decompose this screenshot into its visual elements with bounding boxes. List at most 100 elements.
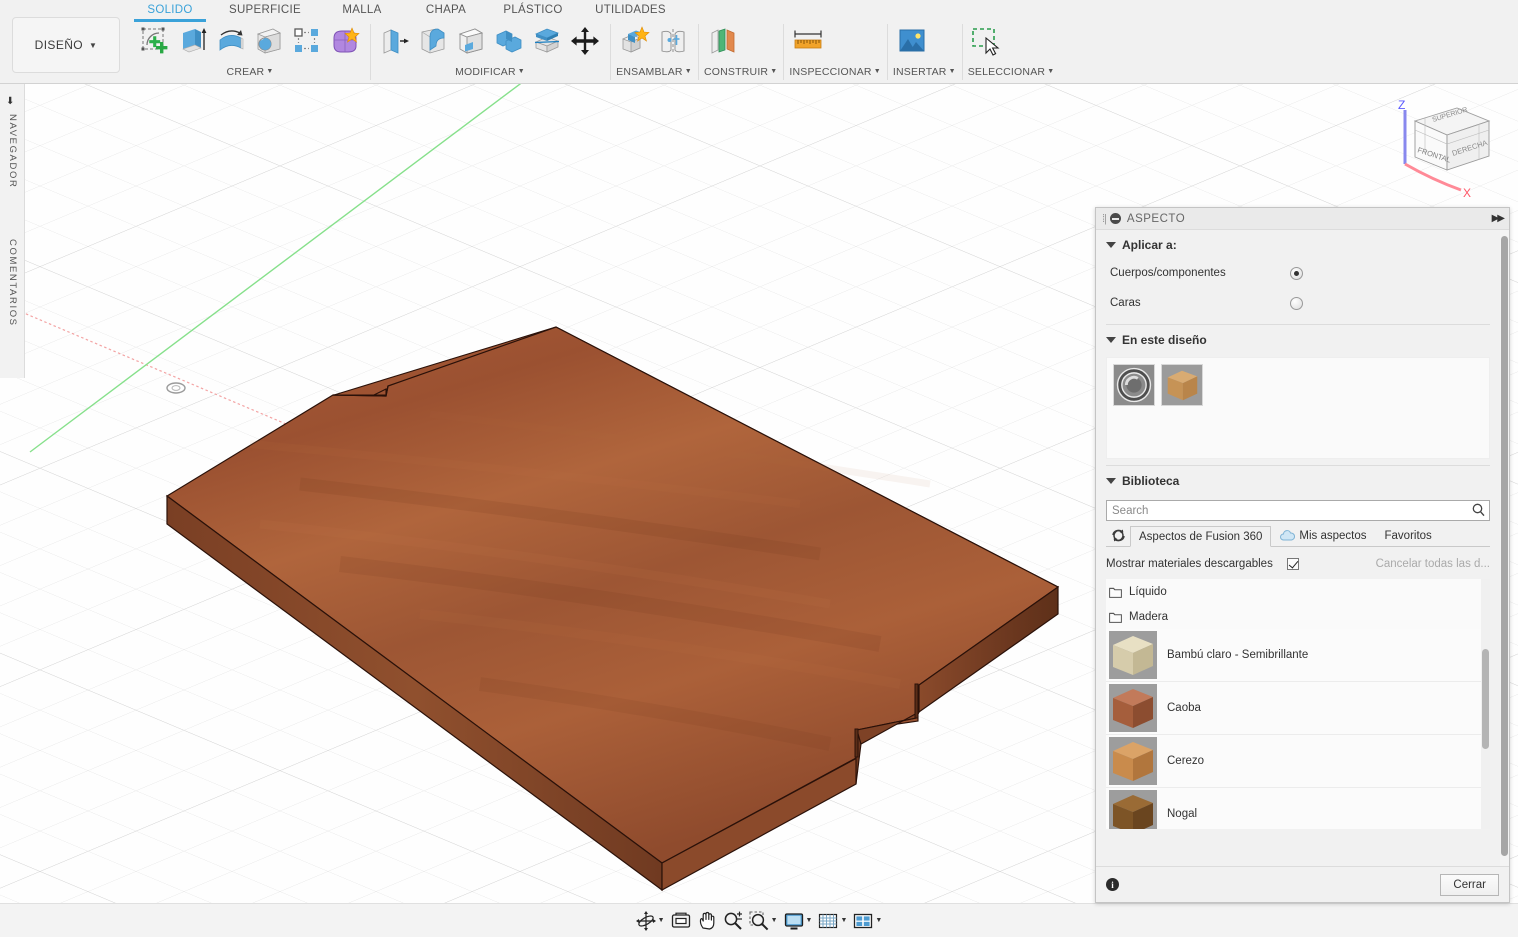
radio-row-bodies[interactable]: Cuerpos/componentes xyxy=(1096,258,1500,288)
ribbon-group-label-crear[interactable]: CREAR ▼ xyxy=(136,64,364,82)
library-list-scrollbar[interactable] xyxy=(1481,579,1490,829)
radio-row-faces[interactable]: Caras xyxy=(1096,288,1500,318)
chevron-down-icon[interactable]: ▼ xyxy=(518,68,525,75)
library-material-row[interactable]: Bambú claro - Semibrillante xyxy=(1106,629,1490,682)
close-button[interactable]: Cerrar xyxy=(1440,873,1499,896)
library-material-label: Bambú claro - Semibrillante xyxy=(1167,649,1309,661)
ribbon-group-label-construir[interactable]: CONSTRUIR ▼ xyxy=(704,64,777,82)
window-selection-icon[interactable] xyxy=(968,20,1006,62)
chevron-down-icon[interactable]: ▼ xyxy=(949,68,956,75)
new-component-icon[interactable] xyxy=(616,20,654,62)
construct-plane-icon[interactable] xyxy=(704,20,742,62)
section-library[interactable]: Biblioteca xyxy=(1096,466,1500,494)
view-navigation-bar[interactable]: ▼ ▼ ▼ ▼ ▼ xyxy=(0,903,1518,937)
search-input[interactable] xyxy=(1106,500,1490,521)
chevron-down-icon[interactable]: ▼ xyxy=(266,68,273,75)
library-tab-fusion[interactable]: Aspectos de Fusion 360 xyxy=(1130,526,1272,547)
section-in-this-design[interactable]: En este diseño xyxy=(1096,325,1500,353)
radio-bodies[interactable] xyxy=(1290,266,1303,280)
refresh-icon[interactable] xyxy=(1106,525,1130,546)
ribbon-tabstrip: SOLIDO SUPERFICIE MALLA CHAPA PLÁSTICO UTILID… xyxy=(130,0,683,22)
combine-icon[interactable] xyxy=(490,20,528,62)
display-settings-icon[interactable]: ▼ xyxy=(781,908,816,934)
ribbon-tab-malla[interactable]: MALLA xyxy=(320,0,404,20)
library-search-wrap[interactable] xyxy=(1106,500,1490,521)
downloadable-materials-row[interactable]: Mostrar materiales descargables Cancelar… xyxy=(1106,553,1490,575)
comments-label[interactable]: COMENTARIOS xyxy=(7,239,18,327)
ribbon-group-label-insertar[interactable]: INSERTAR ▼ xyxy=(893,64,956,82)
chevron-down-icon[interactable]: ▼ xyxy=(770,68,777,75)
chevron-down-icon[interactable]: ▼ xyxy=(875,917,882,924)
ribbon-group-label-ensamblar[interactable]: ENSAMBLAR ▼ xyxy=(616,64,692,82)
measure-icon[interactable] xyxy=(789,20,827,62)
shell-icon[interactable] xyxy=(452,20,490,62)
chevron-down-icon[interactable]: ▼ xyxy=(874,68,881,75)
pin-icon[interactable]: ⬇ xyxy=(6,96,14,107)
orbit-icon[interactable]: ▼ xyxy=(633,908,668,934)
pan-hand-icon[interactable] xyxy=(694,908,720,934)
in-this-design-swatch-area[interactable] xyxy=(1106,357,1490,459)
library-material-row[interactable]: Nogal xyxy=(1106,788,1490,829)
zoom-window-icon[interactable]: ▼ xyxy=(746,908,781,934)
viewports-icon[interactable]: ▼ xyxy=(850,908,885,934)
expand-arrows-icon[interactable]: ▶▶ xyxy=(1492,213,1505,224)
library-tabs[interactable]: Aspectos de Fusion 360 Mis aspectos Favo… xyxy=(1106,526,1490,547)
zoom-icon[interactable] xyxy=(720,908,746,934)
dialog-scroll-thumb[interactable] xyxy=(1501,236,1508,856)
ribbon-tab-utilidades[interactable]: UTILIDADES xyxy=(578,0,683,20)
chevron-down-icon[interactable]: ▼ xyxy=(840,917,847,924)
library-material-list[interactable]: Líquido Madera Bambú claro - Semibrillan… xyxy=(1106,579,1490,829)
drag-grip-icon[interactable]: ⁞| xyxy=(1102,213,1107,225)
section-apply-to[interactable]: Aplicar a: xyxy=(1096,230,1500,258)
left-rail: ⬇ NAVEGADOR COMENTARIOS xyxy=(0,84,25,378)
ribbon-group-label-inspeccionar[interactable]: INSPECCIONAR ▼ xyxy=(789,64,880,82)
look-at-icon[interactable] xyxy=(668,908,694,934)
steel-appearance-swatch[interactable] xyxy=(1113,364,1155,406)
wood-appearance-swatch[interactable] xyxy=(1161,364,1203,406)
ribbon-group-label-modificar[interactable]: MODIFICAR ▼ xyxy=(376,64,604,82)
library-list-scroll-thumb[interactable] xyxy=(1482,649,1489,749)
create-sketch-icon[interactable] xyxy=(136,20,174,62)
ribbon-group-label-seleccionar[interactable]: SELECCIONAR ▼ xyxy=(968,64,1055,82)
library-folder-líquido[interactable]: Líquido xyxy=(1106,579,1490,604)
workspace-switcher-button[interactable]: DISEÑO ▼ xyxy=(12,17,120,73)
chevron-down-icon[interactable]: ▼ xyxy=(685,68,692,75)
dialog-scrollbar[interactable] xyxy=(1500,230,1509,866)
radio-faces[interactable] xyxy=(1290,296,1303,310)
info-icon[interactable]: i xyxy=(1106,878,1119,891)
downloadable-materials-checkbox[interactable] xyxy=(1286,558,1299,570)
library-material-row[interactable]: Cerezo xyxy=(1106,735,1490,788)
form-icon[interactable] xyxy=(326,20,364,62)
dialog-titlebar[interactable]: ⁞| ASPECTO ▶▶ xyxy=(1096,208,1509,230)
view-cube[interactable]: Z X SUPERIOR FRONTAL DERECHA xyxy=(1383,94,1503,204)
cancel-downloads-label[interactable]: Cancelar todas las d... xyxy=(1376,558,1490,570)
library-material-label: Caoba xyxy=(1167,702,1201,714)
fillet-icon[interactable] xyxy=(414,20,452,62)
joint-icon[interactable] xyxy=(654,20,692,62)
offset-face-icon[interactable] xyxy=(528,20,566,62)
library-folder-madera[interactable]: Madera xyxy=(1106,604,1490,629)
library-tab-my-appearances[interactable]: Mis aspectos xyxy=(1271,525,1375,546)
chevron-down-icon[interactable]: ▼ xyxy=(771,917,778,924)
pattern-icon[interactable] xyxy=(288,20,326,62)
appearance-dialog[interactable]: ⁞| ASPECTO ▶▶ Aplicar a: Cuerpos/compone… xyxy=(1095,207,1510,903)
grid-snap-icon[interactable]: ▼ xyxy=(815,908,850,934)
library-tab-favorites[interactable]: Favoritos xyxy=(1376,525,1441,546)
chevron-down-icon[interactable]: ▼ xyxy=(1047,68,1054,75)
ribbon-tab-chapa[interactable]: CHAPA xyxy=(404,0,488,20)
ribbon-tab-solido[interactable]: SOLIDO xyxy=(130,0,210,22)
extrude-icon[interactable] xyxy=(174,20,212,62)
revolve-icon[interactable] xyxy=(212,20,250,62)
insert-image-icon[interactable] xyxy=(893,20,931,62)
minimize-icon[interactable] xyxy=(1109,213,1121,224)
ribbon-tab-superficie[interactable]: SUPERFICIE xyxy=(210,0,320,20)
ribbon-tab-plstico[interactable]: PLÁSTICO xyxy=(488,0,578,20)
sphere-hole-icon[interactable] xyxy=(250,20,288,62)
press-pull-icon[interactable] xyxy=(376,20,414,62)
chevron-down-icon[interactable]: ▼ xyxy=(806,917,813,924)
navigator-label[interactable]: NAVEGADOR xyxy=(7,114,18,188)
library-material-row[interactable]: Caoba xyxy=(1106,682,1490,735)
search-icon[interactable] xyxy=(1472,503,1485,517)
move-copy-icon[interactable] xyxy=(566,20,604,62)
chevron-down-icon[interactable]: ▼ xyxy=(658,917,665,924)
